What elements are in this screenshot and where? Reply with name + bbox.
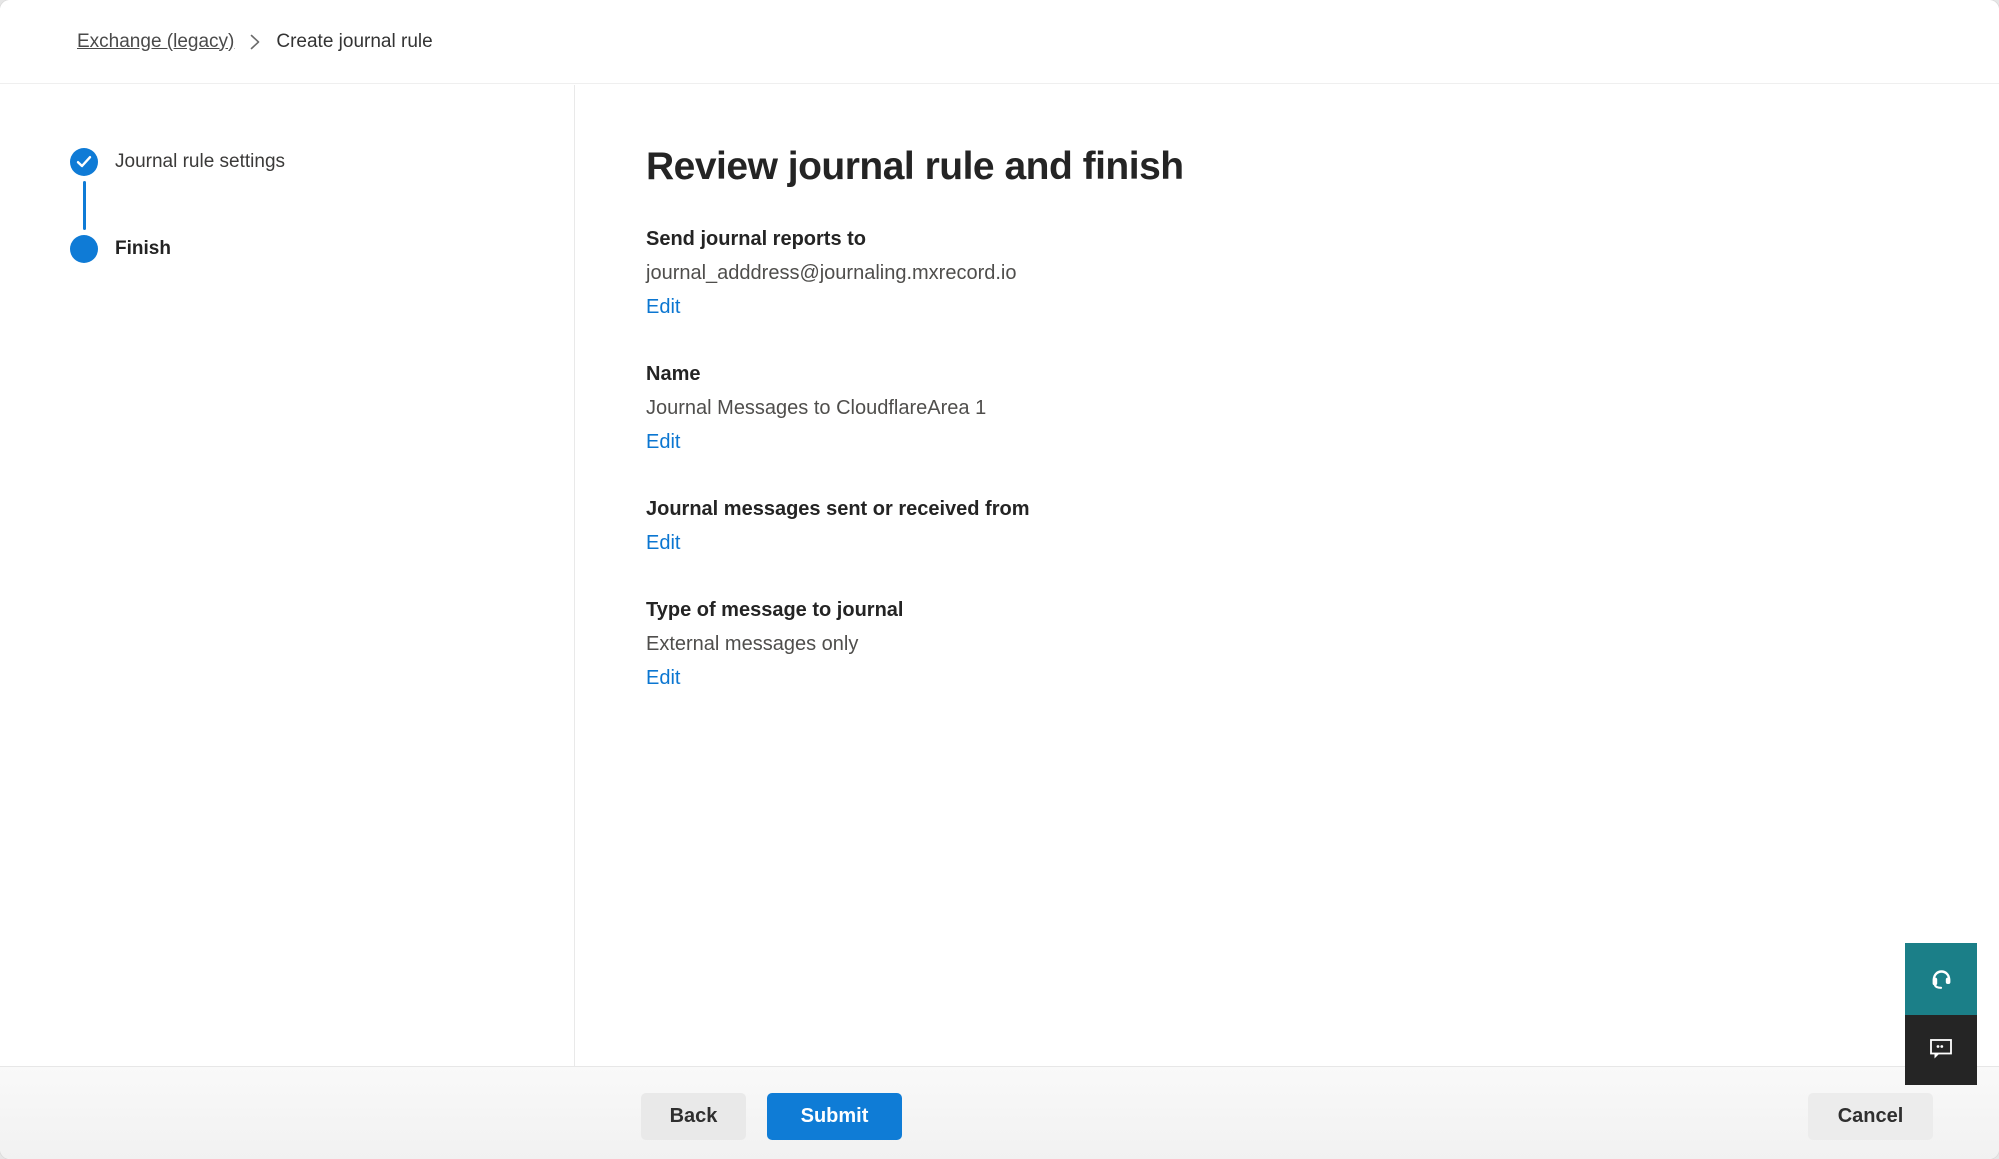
breadcrumb: Exchange (legacy) Create journal rule: [77, 31, 433, 53]
step-label-journal-rule-settings: Journal rule settings: [115, 151, 285, 173]
headset-icon: [1928, 965, 1954, 994]
journal-report-address-value: journal_adddress@journaling.mxrecord.io: [646, 260, 1959, 287]
floating-button-stack: [1905, 943, 1977, 1085]
section-name: Name Journal Messages to CloudflareArea …: [646, 361, 1959, 456]
back-button[interactable]: Back: [641, 1093, 746, 1140]
cancel-button[interactable]: Cancel: [1808, 1093, 1933, 1140]
section-label: Send journal reports to: [646, 226, 1959, 253]
checkmark-circle-icon: [70, 148, 98, 176]
help-button[interactable]: [1905, 943, 1977, 1015]
wizard-step-finish[interactable]: Finish: [70, 235, 574, 263]
section-journal-messages-sent-or-received: Journal messages sent or received from E…: [646, 496, 1959, 557]
step-label-finish: Finish: [115, 238, 171, 260]
edit-name-link[interactable]: Edit: [646, 429, 680, 456]
footer-bar: Back Submit Cancel: [0, 1066, 1999, 1159]
submit-button[interactable]: Submit: [767, 1093, 902, 1140]
step-connector-line: [83, 181, 86, 230]
review-panel: Review journal rule and finish Send jour…: [576, 85, 1999, 1067]
page-title: Review journal rule and finish: [646, 145, 1959, 189]
section-label: Type of message to journal: [646, 597, 1959, 624]
top-header: Exchange (legacy) Create journal rule: [0, 0, 1999, 84]
chevron-right-icon: [249, 33, 261, 51]
message-type-value: External messages only: [646, 631, 1959, 658]
exchange-admin-window: Exchange (legacy) Create journal rule Jo…: [0, 0, 1999, 1159]
section-label: Name: [646, 361, 1959, 388]
edit-send-journal-reports-link[interactable]: Edit: [646, 294, 680, 321]
breadcrumb-exchange-legacy[interactable]: Exchange (legacy): [77, 31, 234, 53]
filled-circle-icon: [70, 235, 98, 263]
wizard-step-journal-rule-settings[interactable]: Journal rule settings: [70, 148, 574, 176]
edit-message-type-link[interactable]: Edit: [646, 665, 680, 692]
wizard-steps-sidebar: Journal rule settings Finish: [0, 85, 575, 1067]
section-label: Journal messages sent or received from: [646, 496, 1959, 523]
chat-bubble-icon: [1927, 1036, 1955, 1065]
feedback-button[interactable]: [1905, 1015, 1977, 1085]
review-sections: Send journal reports to journal_adddress…: [646, 226, 1959, 692]
section-send-journal-reports-to: Send journal reports to journal_adddress…: [646, 226, 1959, 321]
edit-scope-link[interactable]: Edit: [646, 530, 680, 557]
rule-name-value: Journal Messages to CloudflareArea 1: [646, 395, 1959, 422]
section-type-of-message: Type of message to journal External mess…: [646, 597, 1959, 692]
breadcrumb-create-journal-rule: Create journal rule: [276, 31, 432, 53]
